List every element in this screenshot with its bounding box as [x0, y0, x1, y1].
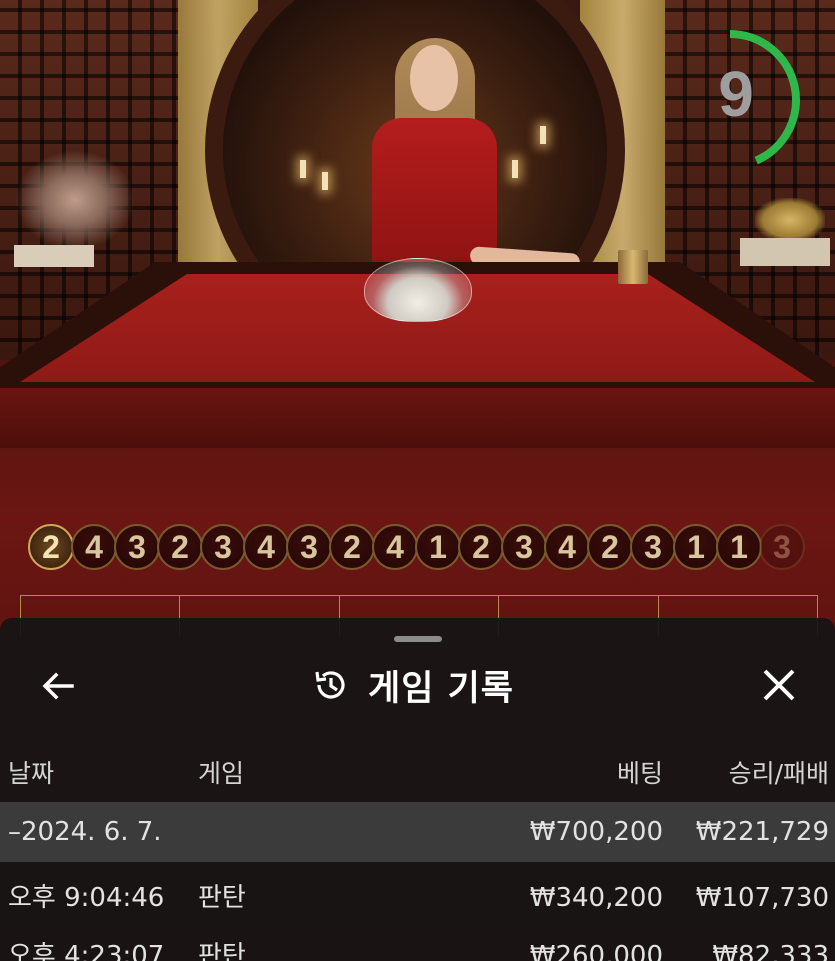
- dealer-face: [410, 45, 458, 111]
- column-header-winloss: 승리/패배: [728, 759, 829, 788]
- road-bead: 2: [458, 524, 504, 570]
- road-bead: 3: [501, 524, 547, 570]
- back-button[interactable]: [38, 666, 78, 706]
- road-bead: 3: [759, 524, 805, 570]
- drag-handle[interactable]: [394, 636, 442, 642]
- row-winloss: ₩82,333: [712, 941, 829, 961]
- bonsai-decor: [15, 150, 135, 250]
- column-header-game: 게임: [198, 759, 245, 788]
- panel-header: 게임 기록: [310, 662, 514, 709]
- arrow-left-icon: [42, 672, 74, 700]
- row-time: 오후 4:23:07: [8, 941, 165, 961]
- row-game: 판탄: [198, 883, 246, 913]
- close-button[interactable]: [760, 666, 798, 704]
- game-history-panel: 게임 기록 날짜 게임 베팅 승리/패배 –2024. 6. 7. ₩700,2…: [0, 618, 835, 961]
- road-bead: 4: [544, 524, 590, 570]
- road-bead: 2: [157, 524, 203, 570]
- row-game: 판탄: [198, 941, 246, 961]
- road-bead: 4: [243, 524, 289, 570]
- row-bet: ₩260,000: [529, 941, 663, 961]
- road-bead: 3: [630, 524, 676, 570]
- date-group-row[interactable]: –2024. 6. 7. ₩700,200 ₩221,729: [0, 802, 835, 862]
- road-bead: 1: [673, 524, 719, 570]
- road-bead: 4: [372, 524, 418, 570]
- candle: [540, 126, 546, 144]
- road-bead: 1: [415, 524, 461, 570]
- candle: [322, 172, 328, 190]
- column-header-date: 날짜: [8, 759, 55, 788]
- road-bead: 2: [329, 524, 375, 570]
- pedestal-left: [14, 245, 94, 267]
- history-row[interactable]: 오후 4:23:07 판탄 ₩260,000 ₩82,333: [0, 926, 835, 961]
- pedestal-right: [740, 238, 830, 266]
- row-time: 오후 9:04:46: [8, 883, 165, 913]
- row-winloss: ₩107,730: [695, 883, 829, 913]
- history-icon: [315, 671, 345, 699]
- group-winloss-total: ₩221,729: [695, 817, 829, 847]
- table-front: [0, 388, 835, 448]
- road-bead: 2: [28, 524, 74, 570]
- table-header: 날짜 게임 베팅 승리/패배: [0, 754, 835, 794]
- brass-cup: [618, 250, 648, 284]
- road-bead: 3: [200, 524, 246, 570]
- dragon-statue: [755, 198, 825, 242]
- row-bet: ₩340,200: [529, 883, 663, 913]
- road-bead: 1: [716, 524, 762, 570]
- road-bead: 4: [71, 524, 117, 570]
- road-bead: 2: [587, 524, 633, 570]
- candle: [300, 160, 306, 178]
- group-bet-total: ₩700,200: [529, 817, 663, 847]
- close-icon: [763, 669, 795, 701]
- panel-title: 게임 기록: [368, 668, 514, 709]
- column-header-bet: 베팅: [616, 759, 663, 788]
- bead-road: 243234324123423113: [28, 524, 805, 574]
- road-bead: 3: [114, 524, 160, 570]
- road-bead: 3: [286, 524, 332, 570]
- countdown-value: 9: [718, 58, 754, 130]
- group-date: –2024. 6. 7.: [8, 817, 162, 847]
- history-row[interactable]: 오후 9:04:46 판탄 ₩340,200 ₩107,730: [0, 868, 835, 928]
- candle: [512, 160, 518, 178]
- bead-dome: [364, 258, 472, 322]
